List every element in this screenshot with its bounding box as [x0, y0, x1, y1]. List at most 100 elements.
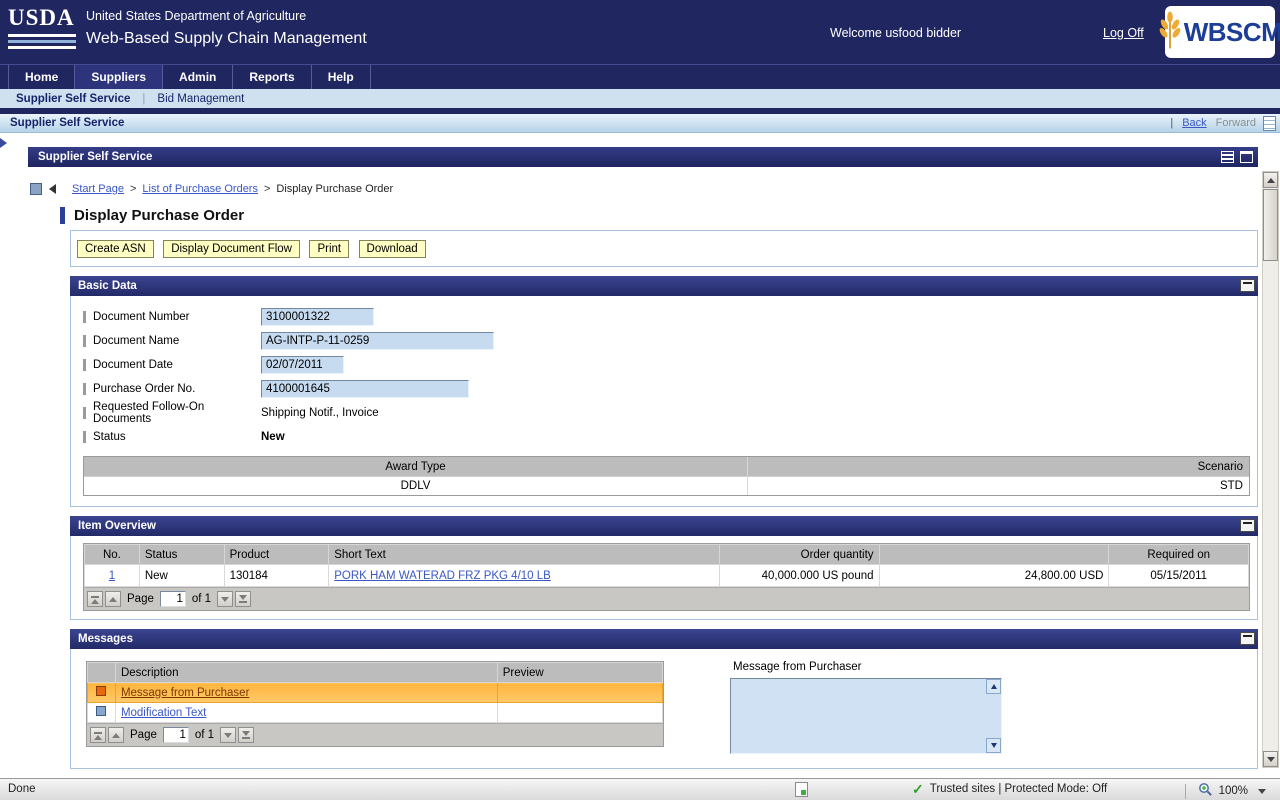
messages-list: Description Preview Message from Purchas… [86, 661, 664, 754]
message-selected-icon [96, 686, 106, 696]
subnav-supplier-self-service[interactable]: Supplier Self Service [0, 93, 142, 105]
minimize-section-icon[interactable] [1240, 519, 1255, 532]
scenario-value: STD [748, 476, 1249, 495]
field-follow-on-documents: Requested Follow-On Documents Shipping N… [71, 401, 1257, 425]
message-icon-cell [88, 703, 116, 723]
scroll-up-icon[interactable] [986, 679, 1001, 694]
forward-button[interactable]: Forward [1216, 117, 1256, 129]
tab-reports[interactable]: Reports [233, 65, 311, 89]
page-number-input[interactable] [163, 727, 189, 743]
scroll-up-icon[interactable] [1263, 172, 1278, 188]
zoom-level: 100% [1219, 785, 1248, 797]
security-text: Trusted sites | Protected Mode: Off [930, 783, 1107, 795]
page-title-row: Display Purchase Order [60, 207, 1258, 224]
logoff-link[interactable]: Log Off [1103, 26, 1144, 40]
tray-window-icon[interactable] [1221, 151, 1234, 163]
document-name-field[interactable]: AG-INTP-P-11-0259 [261, 332, 494, 350]
item-short-text-cell: PORK HAM WATERAD FRZ PKG 4/10 LB [329, 565, 720, 587]
item-no-link[interactable]: 1 [109, 570, 115, 582]
zoom-icon [1198, 782, 1213, 800]
col-preview: Preview [497, 663, 662, 683]
item-short-text-link[interactable]: PORK HAM WATERAD FRZ PKG 4/10 LB [334, 570, 551, 582]
page-number-input[interactable] [160, 591, 186, 607]
status-bar: Done ✓ Trusted sites | Protected Mode: O… [0, 778, 1280, 800]
zoom-dropdown-icon[interactable] [1258, 789, 1266, 794]
scrollbar-thumb[interactable] [1263, 189, 1278, 261]
next-page-icon[interactable] [220, 727, 236, 743]
field-purchase-order-no: Purchase Order No. 4100001645 [71, 377, 1257, 401]
message-row-selected[interactable]: Message from Purchaser [88, 683, 663, 703]
display-document-flow-button[interactable]: Display Document Flow [163, 240, 300, 258]
page-options-icon[interactable] [1263, 116, 1276, 131]
breadcrumb-current: Display Purchase Order [276, 183, 393, 195]
message-textarea[interactable] [731, 679, 985, 753]
prev-page-icon[interactable] [108, 727, 124, 743]
minimize-section-icon[interactable] [1240, 632, 1255, 645]
document-number-field[interactable]: 3100001322 [261, 308, 374, 326]
message-detail-panel: Message from Purchaser [730, 661, 1002, 754]
prev-page-icon[interactable] [105, 591, 121, 607]
first-page-icon[interactable] [87, 591, 103, 607]
usda-logo-stripe [8, 40, 76, 43]
message-description-cell: Modification Text [115, 703, 497, 723]
message-row-icon [96, 706, 106, 716]
tab-admin[interactable]: Admin [163, 65, 233, 89]
field-document-number: Document Number 3100001322 [71, 305, 1257, 329]
message-detail-label: Message from Purchaser [730, 661, 1002, 673]
first-page-icon[interactable] [90, 727, 106, 743]
tab-help[interactable]: Help [312, 65, 371, 89]
breadcrumb-start-page[interactable]: Start Page [72, 183, 124, 195]
item-table-header-row: No. Status Product Short Text Order quan… [85, 545, 1249, 565]
breadcrumb: Start Page > List of Purchase Orders > D… [28, 167, 1258, 195]
panel-expand-icon[interactable] [0, 138, 7, 148]
scroll-down-icon[interactable] [986, 738, 1001, 753]
message-row[interactable]: Modification Text [88, 703, 663, 723]
history-bar: Supplier Self Service | Back Forward [0, 114, 1280, 133]
col-no: No. [85, 545, 140, 565]
zoom-control[interactable]: 100% [1185, 782, 1266, 800]
last-page-icon[interactable] [235, 591, 251, 607]
agency-name: United States Department of Agriculture [86, 9, 367, 23]
message-from-purchaser-link[interactable]: Message from Purchaser [121, 687, 249, 699]
page-label: Page [127, 593, 154, 605]
content-frame: Supplier Self Service Start Page > List … [28, 147, 1258, 769]
purchase-order-no-field[interactable]: 4100001645 [261, 380, 469, 398]
field-tick-icon [83, 383, 86, 395]
subnav-bid-management[interactable]: Bid Management [145, 93, 256, 105]
download-button[interactable]: Download [359, 240, 426, 258]
item-status-cell: New [139, 565, 224, 587]
panel-square-icon[interactable] [30, 183, 42, 195]
field-tick-icon [83, 431, 86, 443]
last-page-icon[interactable] [238, 727, 254, 743]
tab-suppliers[interactable]: Suppliers [75, 65, 163, 89]
maximize-window-icon[interactable] [1240, 151, 1253, 163]
document-date-field[interactable]: 02/07/2011 [261, 356, 344, 374]
field-label: Status [93, 431, 261, 443]
tab-home[interactable]: Home [8, 65, 75, 89]
modification-text-link[interactable]: Modification Text [121, 707, 206, 719]
scroll-down-icon[interactable] [1263, 751, 1278, 767]
item-table-pager: Page of 1 [84, 587, 1249, 610]
minimize-section-icon[interactable] [1240, 279, 1255, 292]
field-label: Document Date [93, 359, 261, 371]
create-asn-button[interactable]: Create ASN [77, 240, 154, 258]
col-description: Description [115, 663, 497, 683]
col-short-text: Short Text [329, 545, 720, 565]
back-button[interactable]: Back [1182, 117, 1206, 129]
col-status: Status [139, 545, 224, 565]
page-title: Display Purchase Order [74, 207, 244, 224]
message-preview-cell [497, 703, 662, 723]
frame-window-controls [1221, 151, 1253, 163]
status-value: New [261, 431, 285, 443]
message-icon-cell [88, 683, 116, 703]
breadcrumb-list-of-purchase-orders[interactable]: List of Purchase Orders [142, 183, 258, 195]
collapse-left-icon[interactable] [49, 184, 56, 194]
textarea-scrollbar[interactable] [986, 679, 1001, 753]
next-page-icon[interactable] [217, 591, 233, 607]
vertical-scrollbar[interactable] [1262, 171, 1279, 768]
wbscm-logo: WBSCM [1165, 6, 1275, 58]
item-table: No. Status Product Short Text Order quan… [84, 544, 1249, 587]
award-table-data-row: DDLV STD [84, 476, 1249, 495]
breadcrumb-separator: > [130, 183, 136, 195]
print-button[interactable]: Print [309, 240, 349, 258]
